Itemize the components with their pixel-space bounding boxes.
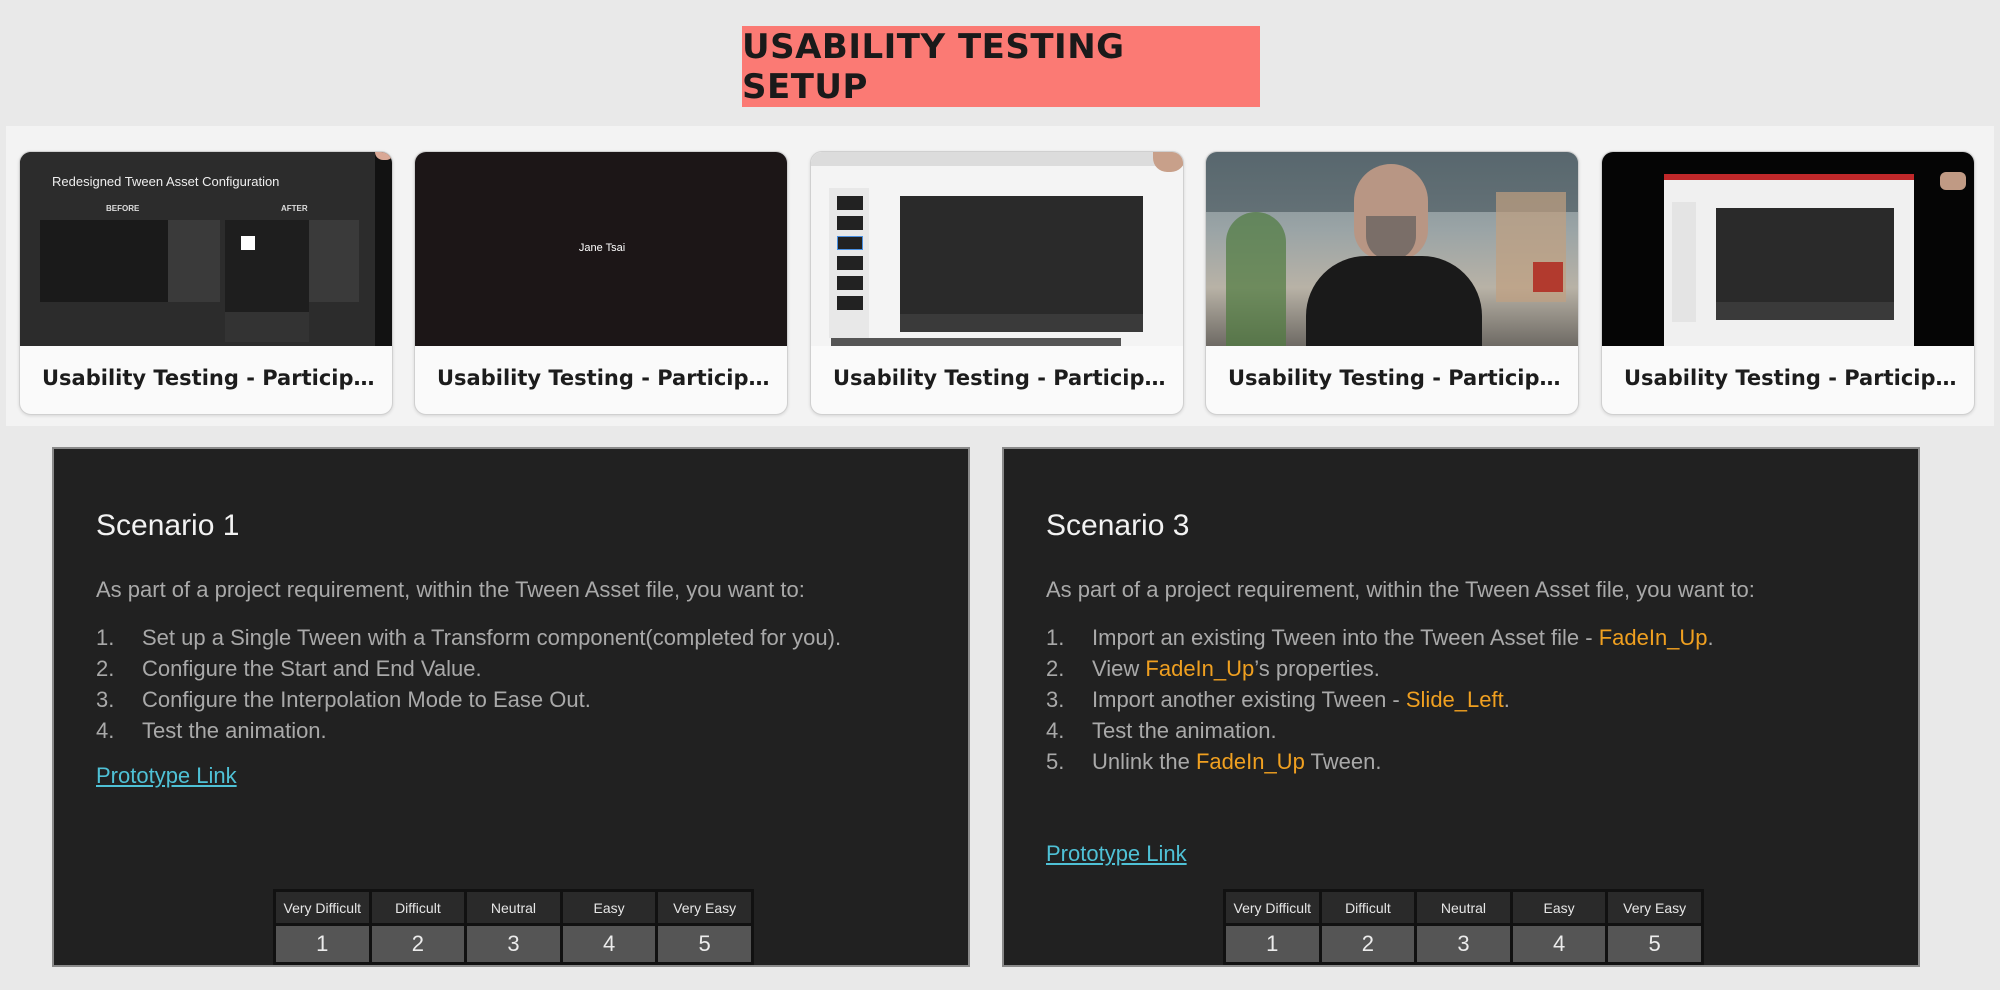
scenario-step: 4. Test the animation. (96, 718, 327, 743)
participant-card-4[interactable]: Usability Testing - Participa... (1205, 151, 1579, 415)
rating-option-2[interactable]: Difficult 2 (1321, 892, 1415, 962)
scenario-steps: 1. Import an existing Tween into the Twee… (1046, 622, 1714, 777)
participant-card-3[interactable]: Usability Testing - Participa... (810, 151, 1184, 415)
participant-card-1[interactable]: Redesigned Tween Asset Configuration BEF… (19, 151, 393, 415)
scenario-title: Scenario 3 (1046, 509, 1190, 542)
rating-option-3[interactable]: Neutral 3 (1417, 892, 1510, 962)
participant-label: Usability Testing - Participa... (1624, 366, 1959, 390)
tween-name: FadeIn_Up (1195, 749, 1305, 774)
participant-thumbnail (1206, 152, 1578, 346)
scenario-step: 3. Configure the Interpolation Mode to Ea… (96, 687, 591, 712)
rating-option-3[interactable]: Neutral 3 (467, 892, 560, 962)
participant-label: Usability Testing - Participa... (437, 366, 772, 390)
participant-thumbnail: Jane Tsai (415, 152, 787, 346)
title-banner: USABILITY TESTING SETUP (742, 26, 1260, 107)
participant-label: Usability Testing - Participa... (833, 366, 1168, 390)
tween-name: FadeIn_Up (1145, 656, 1255, 681)
scenario-step: 2. View FadeIn_Up’s properties. (1046, 656, 1380, 681)
rating-option-1[interactable]: Very Difficult 1 (1226, 892, 1319, 962)
participant-card-5[interactable]: Usability Testing - Participa... (1601, 151, 1975, 415)
difficulty-rating-scale: Very Difficult 1 Difficult 2 Neutral 3 E… (273, 889, 754, 965)
scenario-intro: As part of a project requirement, within… (96, 577, 805, 602)
tween-name: Slide_Left (1405, 687, 1504, 712)
scenario-3-panel: Scenario 3 As part of a project requirem… (1002, 447, 1920, 967)
scenario-step: 1. Set up a Single Tween with a Transform… (96, 625, 842, 650)
rating-option-4[interactable]: Easy 4 (1512, 892, 1606, 962)
participant-thumbnail (811, 152, 1183, 346)
tween-name: FadeIn_Up (1598, 625, 1708, 650)
scenario-intro: As part of a project requirement, within… (1046, 577, 1755, 602)
rating-option-5[interactable]: Very Easy 5 (658, 892, 751, 962)
participant-card-2[interactable]: Jane Tsai Usability Testing - Participa.… (414, 151, 788, 415)
rating-option-5[interactable]: Very Easy 5 (1608, 892, 1701, 962)
page-title: USABILITY TESTING SETUP (742, 26, 1125, 107)
rating-option-2[interactable]: Difficult 2 (371, 892, 465, 962)
participant-label: Usability Testing - Participa... (1228, 366, 1563, 390)
prototype-link[interactable]: Prototype Link (96, 763, 237, 789)
scenario-step: 4. Test the animation. (1046, 718, 1277, 743)
scenario-step: 3. Import another existing Tween - Slide_… (1046, 687, 1510, 712)
participant-label: Usability Testing - Participa... (42, 366, 377, 390)
scenario-1-panel: Scenario 1 As part of a project requirem… (52, 447, 970, 967)
scenario-step: 1. Import an existing Tween into the Twee… (1046, 625, 1714, 650)
rating-option-4[interactable]: Easy 4 (562, 892, 656, 962)
scenario-steps: 1. Set up a Single Tween with a Transform… (96, 622, 841, 746)
scenario-title: Scenario 1 (96, 509, 240, 542)
participant-thumbnail (1602, 152, 1974, 346)
scenario-step: 5. Unlink the FadeIn_Up Tween. (1046, 749, 1382, 774)
participant-thumbnail: Redesigned Tween Asset Configuration BEF… (20, 152, 392, 346)
rating-option-1[interactable]: Very Difficult 1 (276, 892, 369, 962)
prototype-link[interactable]: Prototype Link (1046, 841, 1187, 867)
difficulty-rating-scale: Very Difficult 1 Difficult 2 Neutral 3 E… (1223, 889, 1704, 965)
scenario-step: 2. Configure the Start and End Value. (96, 656, 482, 681)
participant-name: Jane Tsai (578, 242, 626, 254)
